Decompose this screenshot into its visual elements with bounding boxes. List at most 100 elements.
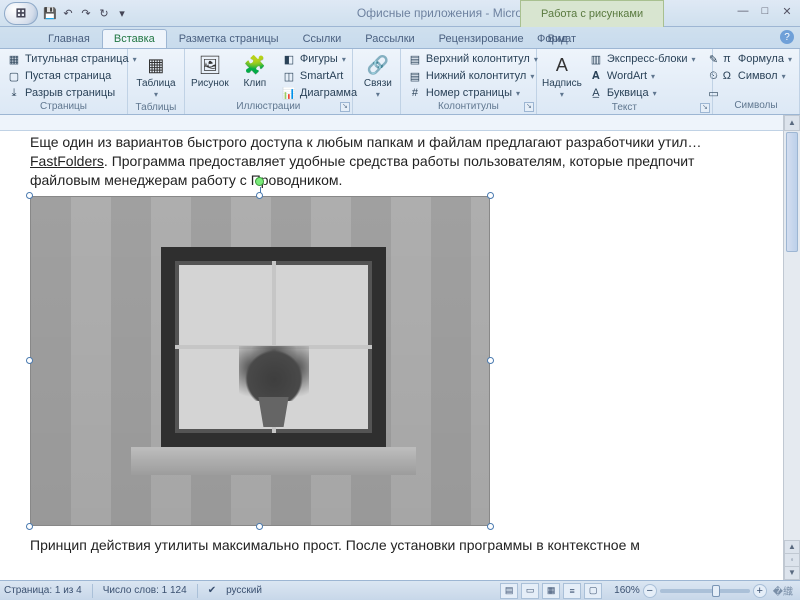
picture-window-frame xyxy=(161,247,386,447)
selected-image[interactable] xyxy=(30,196,490,526)
dialog-launcher-icon[interactable]: ↘ xyxy=(340,102,350,112)
dropcap-button[interactable]: A̲Буквица xyxy=(586,85,699,101)
shapes-button[interactable]: ◧Фигуры xyxy=(279,51,360,67)
wordart-button[interactable]: 𝐀WordArt xyxy=(586,68,699,84)
contextual-tab-header: Работа с рисунками xyxy=(520,0,664,27)
rotate-handle[interactable] xyxy=(255,177,264,186)
help-icon[interactable]: ? xyxy=(780,30,794,44)
zoom-slider-thumb[interactable] xyxy=(712,585,720,597)
resize-handle[interactable] xyxy=(487,523,494,530)
zoom-in-button[interactable]: + xyxy=(753,584,767,598)
dialog-launcher-icon[interactable]: ↘ xyxy=(524,102,534,112)
tab-format[interactable]: Формат xyxy=(525,29,588,48)
zoom-slider[interactable] xyxy=(660,589,750,593)
scroll-up-button[interactable]: ▲ xyxy=(784,115,800,131)
page-break-icon: ⤓ xyxy=(7,86,21,100)
page-number-button[interactable]: #Номер страницы xyxy=(405,85,541,101)
window-title: Офисные приложения - Microsoft Word xyxy=(130,6,800,20)
blank-page-button[interactable]: ▢Пустая страница xyxy=(4,68,140,84)
tab-references[interactable]: Ссылки xyxy=(291,29,354,48)
draft-view-button[interactable]: ▢ xyxy=(584,583,602,599)
group-label-symbols: Символы xyxy=(717,100,795,114)
group-label-pages: Страницы xyxy=(4,101,123,114)
document-area[interactable]: Еще один из вариантов быстрого доступа к… xyxy=(0,115,800,580)
tab-mailings[interactable]: Рассылки xyxy=(353,29,426,48)
resize-handle[interactable] xyxy=(256,192,263,199)
footer-button[interactable]: ▤Нижний колонтитул xyxy=(405,68,541,84)
close-button[interactable]: ✕ xyxy=(778,4,796,18)
zoom-level[interactable]: 160% xyxy=(614,585,640,596)
zoom-out-button[interactable]: − xyxy=(643,584,657,598)
repeat-icon[interactable]: ↻ xyxy=(96,5,112,21)
equation-button[interactable]: πФормула xyxy=(717,51,795,67)
body-text: Принцип действия утилиты максимально про… xyxy=(30,536,770,555)
resize-handle[interactable] xyxy=(26,357,33,364)
resize-grip-icon[interactable]: �織 xyxy=(770,583,796,598)
shapes-icon: ◧ xyxy=(282,52,296,66)
page-number-icon: # xyxy=(408,86,422,100)
inserted-picture xyxy=(31,197,489,525)
resize-handle[interactable] xyxy=(487,357,494,364)
spellcheck-icon[interactable]: ✔ xyxy=(208,585,216,596)
office-button[interactable]: ⊞ xyxy=(4,2,38,25)
qat-more-icon[interactable]: ▾ xyxy=(114,5,130,21)
group-label-headfoot: Колонтитулы↘ xyxy=(405,101,532,114)
prev-page-button[interactable]: ▲ xyxy=(784,540,800,554)
picture-icon: 🖼 xyxy=(196,53,224,77)
print-layout-view-button[interactable]: ▤ xyxy=(500,583,518,599)
undo-icon[interactable]: ↶ xyxy=(60,5,76,21)
picture-button[interactable]: 🖼Рисунок xyxy=(189,51,231,91)
tab-review[interactable]: Рецензирование xyxy=(427,29,536,48)
fullscreen-reading-view-button[interactable]: ▭ xyxy=(521,583,539,599)
outline-view-button[interactable]: ≡ xyxy=(563,583,581,599)
symbol-button[interactable]: ΩСимвол xyxy=(717,68,795,84)
links-button[interactable]: 🔗Связи xyxy=(357,51,399,102)
next-page-button[interactable]: ▼ xyxy=(784,566,800,580)
equation-icon: π xyxy=(720,52,734,66)
dropcap-icon: A̲ xyxy=(589,86,603,100)
dialog-launcher-icon[interactable]: ↘ xyxy=(700,103,710,113)
group-text: AНадпись ▥Экспресс-блоки 𝐀WordArt A̲Букв… xyxy=(537,49,713,114)
tab-home[interactable]: Главная xyxy=(36,29,102,48)
browse-object-button[interactable]: ◦ xyxy=(784,553,800,567)
resize-handle[interactable] xyxy=(26,523,33,530)
header-icon: ▤ xyxy=(408,52,422,66)
cover-page-button[interactable]: ▦Титульная страница xyxy=(4,51,140,67)
minimize-button[interactable]: — xyxy=(734,4,752,18)
vertical-scrollbar[interactable]: ▲ ▲ ◦ ▼ xyxy=(783,115,800,580)
title-bar: ⊞ 💾 ↶ ↷ ↻ ▾ Офисные приложения - Microso… xyxy=(0,0,800,27)
language-indicator[interactable]: русский xyxy=(226,585,262,596)
textbox-icon: A xyxy=(548,53,576,77)
ribbon: ▦Титульная страница ▢Пустая страница ⤓Ра… xyxy=(0,49,800,115)
page-indicator[interactable]: Страница: 1 из 4 xyxy=(4,585,82,596)
chart-button[interactable]: 📊Диаграмма xyxy=(279,85,360,101)
tab-page-layout[interactable]: Разметка страницы xyxy=(167,29,291,48)
links-icon: 🔗 xyxy=(364,53,392,77)
quickparts-button[interactable]: ▥Экспресс-блоки xyxy=(586,51,699,67)
header-button[interactable]: ▤Верхний колонтитул xyxy=(405,51,541,67)
restore-button[interactable]: □ xyxy=(756,4,774,18)
clipart-icon: 🧩 xyxy=(241,53,269,77)
resize-handle[interactable] xyxy=(256,523,263,530)
web-layout-view-button[interactable]: ▦ xyxy=(542,583,560,599)
status-bar: Страница: 1 из 4 Число слов: 1 124 ✔ рус… xyxy=(0,580,800,600)
resize-handle[interactable] xyxy=(487,192,494,199)
save-icon[interactable]: 💾 xyxy=(42,5,58,21)
scroll-thumb[interactable] xyxy=(786,132,798,252)
blank-page-icon: ▢ xyxy=(7,69,21,83)
body-text: Еще один из вариантов быстрого доступа к… xyxy=(30,133,770,190)
textbox-button[interactable]: AНадпись xyxy=(541,51,583,102)
group-pages: ▦Титульная страница ▢Пустая страница ⤓Ра… xyxy=(0,49,128,114)
resize-handle[interactable] xyxy=(26,192,33,199)
tab-insert[interactable]: Вставка xyxy=(102,29,167,48)
smartart-button[interactable]: ◫SmartArt xyxy=(279,68,360,84)
symbol-icon: Ω xyxy=(720,69,734,83)
redo-icon[interactable]: ↷ xyxy=(78,5,94,21)
word-count[interactable]: Число слов: 1 124 xyxy=(103,585,187,596)
horizontal-ruler[interactable] xyxy=(0,115,800,131)
smartart-icon: ◫ xyxy=(282,69,296,83)
page-break-button[interactable]: ⤓Разрыв страницы xyxy=(4,85,140,101)
table-button[interactable]: ▦ Таблица xyxy=(132,51,180,102)
clipart-button[interactable]: 🧩Клип xyxy=(234,51,276,91)
group-label-text: Текст↘ xyxy=(541,102,708,114)
